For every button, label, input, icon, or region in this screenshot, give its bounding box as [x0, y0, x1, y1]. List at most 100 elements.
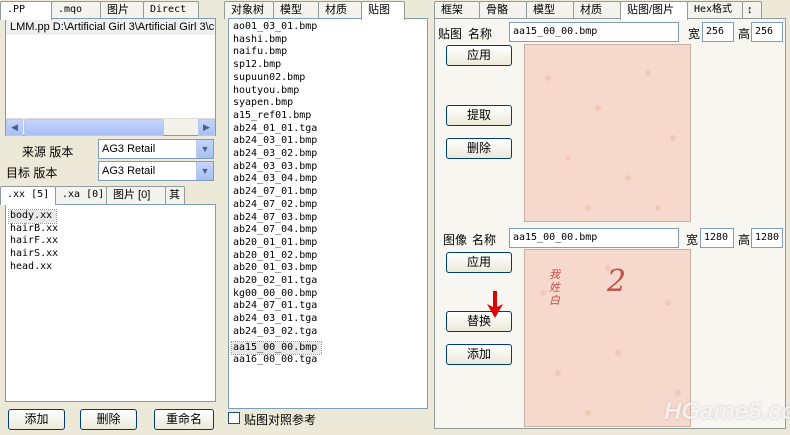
target-version-select[interactable]: AG3 Retail ▼ [98, 161, 214, 181]
scroll-right-icon[interactable]: ▶ [198, 119, 215, 136]
tab-mqo[interactable]: .mqo [51, 1, 101, 19]
extract-button[interactable]: 提取 [446, 105, 512, 126]
texture-list-item[interactable]: kg00_00_00.bmp [232, 288, 424, 301]
texture-apply-button[interactable]: 应用 [446, 45, 512, 66]
texture-delete-button[interactable]: 删除 [446, 138, 512, 159]
pp-horizontal-scrollbar[interactable]: ◀ ▶ [6, 118, 215, 136]
texture-list-item[interactable]: ab24_07_03.bmp [232, 212, 424, 225]
image-section-label: 图像 [443, 233, 468, 247]
image-name-field[interactable]: aa15_00_00.bmp [509, 228, 679, 248]
pp-file-list[interactable]: LMM.pp D:\Artificial Girl 3\Artificial G… [5, 18, 216, 136]
image-height-label: 高 [738, 233, 751, 247]
handwritten-number: 2 [607, 264, 627, 299]
source-version-select[interactable]: AG3 Retail ▼ [98, 139, 214, 159]
image-add-button[interactable]: 添加 [446, 344, 512, 365]
right-tabs: 框架 骨骼 模型 材质 贴图/图片 Hex格式 ↕ [434, 1, 762, 20]
chevron-down-icon[interactable]: ▼ [196, 140, 213, 158]
texture-list-item[interactable]: ab20_02_01.tga [232, 275, 424, 288]
texture-preview [524, 44, 691, 222]
image-width-field[interactable]: 1280 [700, 228, 734, 248]
scroll-thumb[interactable] [24, 119, 164, 136]
texture-list-item[interactable]: ab24_07_01.tga [232, 300, 424, 313]
texture-list-item[interactable]: ab20_01_03.bmp [232, 262, 424, 275]
texture-list-item[interactable]: ab24_07_01.bmp [232, 186, 424, 199]
tab-pp[interactable]: .PP [0, 1, 52, 20]
texture-list-item[interactable]: houtyou.bmp [232, 85, 424, 98]
middle-tabs: 对象树 模型 材质 贴图 [224, 1, 405, 20]
texture-list-item[interactable]: ab24_03_02.tga [232, 326, 424, 339]
texture-name-label: 名称 [468, 27, 493, 41]
texture-list-item[interactable]: ab24_03_03.bmp [232, 161, 424, 174]
tab-model[interactable]: 模型 [273, 1, 319, 19]
texture-list-item[interactable]: ab24_03_01.bmp [232, 135, 424, 148]
handwritten-text: 我 姓 白 [549, 268, 560, 307]
tab-images[interactable]: 图片 [100, 1, 144, 19]
add-button[interactable]: 添加 [8, 409, 65, 430]
xx-file-list[interactable]: body.xx hairB.xx hairF.xx hairS.xx head.xx [5, 204, 216, 402]
tab-material-right[interactable]: 材质 [573, 1, 621, 19]
texture-list-item[interactable]: naifu.bmp [232, 46, 424, 59]
tab-texture[interactable]: 贴图 [361, 1, 405, 20]
scroll-left-icon[interactable]: ◀ [6, 119, 23, 136]
texture-list-item[interactable]: ab24_03_01.tga [232, 313, 424, 326]
tab-model-right[interactable]: 模型 [526, 1, 574, 19]
texture-list-item[interactable]: ab20_01_02.bmp [232, 250, 424, 263]
tab-scroll-arrows-icon[interactable]: ↕ [742, 1, 762, 19]
target-version-value: AG3 Retail [102, 165, 156, 177]
file-type-tabs: .xx [5] .xa [0] 图片 [0] 其 [0, 186, 185, 205]
tab-images-count[interactable]: 图片 [0] [106, 186, 166, 204]
texture-height-field[interactable]: 256 [751, 22, 783, 42]
tab-material[interactable]: 材质 [318, 1, 362, 19]
xx-file-item[interactable]: head.xx [9, 261, 212, 274]
texture-list-item[interactable]: syapen.bmp [232, 97, 424, 110]
texture-list[interactable]: ao01_03_01.bmp hashi.bmp naifu.bmp sp12.bmp… [228, 18, 428, 409]
target-version-label: 目标 版本 [6, 166, 58, 180]
red-arrow-icon [487, 291, 503, 318]
tab-texture-image[interactable]: 贴图/图片 [620, 1, 688, 20]
texture-list-item[interactable]: hashi.bmp [232, 34, 424, 47]
texture-reference-label: 贴图对照参考 [244, 413, 317, 427]
texture-list-item[interactable]: supuun02.bmp [232, 72, 424, 85]
tab-other[interactable]: 其 [165, 186, 185, 204]
texture-width-label: 宽 [688, 27, 701, 41]
texture-list-item[interactable]: ab24_03_04.bmp [232, 173, 424, 186]
xx-file-item[interactable]: hairF.xx [9, 235, 212, 248]
image-name-label: 名称 [472, 233, 497, 247]
tab-hex-format[interactable]: Hex格式 [687, 1, 743, 19]
texture-width-field[interactable]: 256 [702, 22, 734, 42]
texture-list-item[interactable]: ab24_03_02.bmp [232, 148, 424, 161]
tab-direct[interactable]: Direct [143, 1, 199, 19]
left-top-tabs: .PP .mqo 图片 Direct [0, 1, 199, 20]
texture-reference-checkbox[interactable] [228, 412, 240, 424]
texture-list-item[interactable]: a15_ref01.bmp [232, 110, 424, 123]
texture-list-item[interactable]: sp12.bmp [232, 59, 424, 72]
source-version-label: 来源 版本 [22, 145, 74, 159]
texture-list-item[interactable]: ab24_01_01.tga [232, 123, 424, 136]
tab-bones[interactable]: 骨骼 [479, 1, 527, 19]
tab-object-tree[interactable]: 对象树 [224, 1, 274, 19]
delete-button[interactable]: 删除 [80, 409, 137, 430]
chevron-down-icon[interactable]: ▼ [196, 162, 213, 180]
texture-height-label: 高 [738, 27, 751, 41]
xx-file-item[interactable]: hairB.xx [9, 223, 212, 236]
texture-list-item[interactable]: aa15_00_00.bmp [230, 340, 323, 356]
source-version-value: AG3 Retail [102, 143, 156, 155]
watermark-logo: HGame5.com [664, 398, 790, 425]
xx-file-item[interactable]: hairS.xx [9, 248, 212, 261]
tab-xx[interactable]: .xx [5] [0, 186, 56, 205]
image-width-label: 宽 [686, 233, 699, 247]
pp-path-item[interactable]: LMM.pp D:\Artificial Girl 3\Artificial G… [6, 19, 215, 35]
texture-section-label: 贴图 [438, 27, 463, 41]
texture-list-item[interactable]: ab24_07_04.bmp [232, 224, 424, 237]
texture-name-field[interactable]: aa15_00_00.bmp [509, 22, 679, 42]
tab-xa[interactable]: .xa [0] [55, 186, 107, 204]
texture-list-item[interactable]: ab24_07_02.bmp [232, 199, 424, 212]
texture-list-item[interactable]: ab20_01_01.bmp [232, 237, 424, 250]
image-apply-button[interactable]: 应用 [446, 252, 512, 273]
tab-frame[interactable]: 框架 [434, 1, 480, 19]
image-height-field[interactable]: 1280 [751, 228, 783, 248]
xx-file-item[interactable]: body.xx [7, 209, 58, 224]
texture-list-item[interactable]: aa16_00_00.tga [232, 354, 424, 367]
texture-list-item[interactable]: ao01_03_01.bmp [232, 21, 424, 34]
rename-button[interactable]: 重命名 [154, 409, 214, 430]
